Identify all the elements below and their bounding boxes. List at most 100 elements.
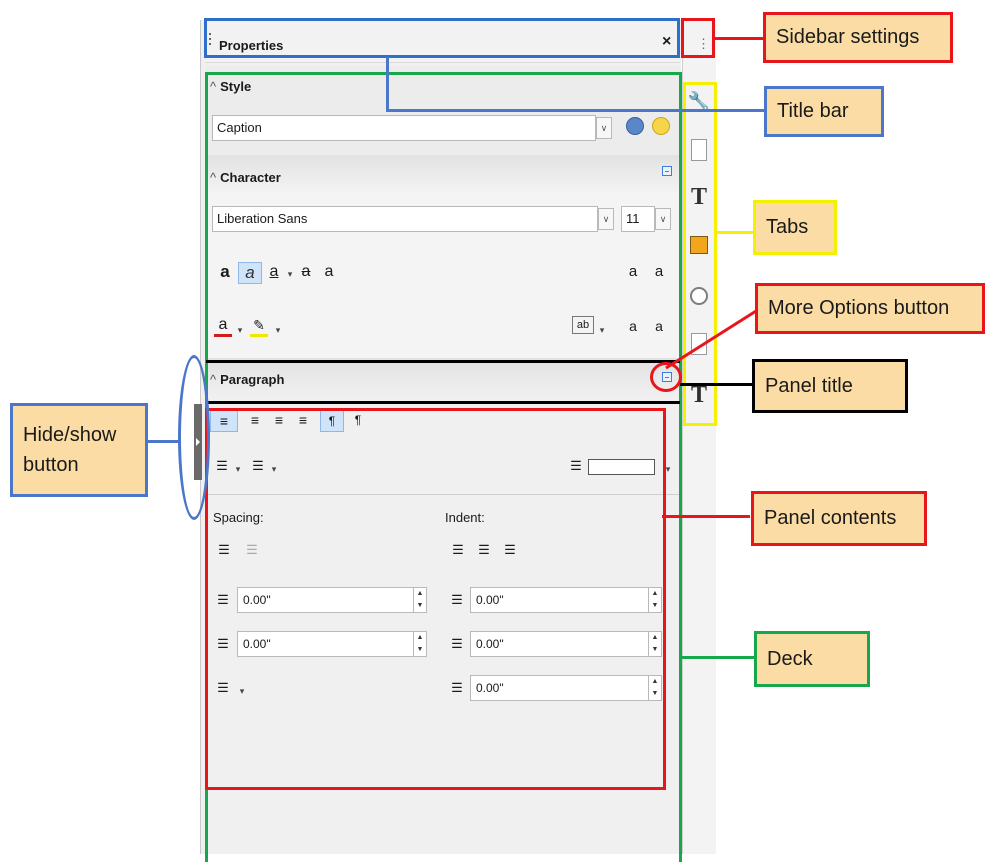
update-style-icon[interactable] (626, 117, 644, 135)
strikethrough-icon[interactable]: a (296, 262, 316, 284)
superscript-icon[interactable]: a (624, 316, 642, 338)
highlight-icon[interactable]: ✎ (250, 316, 268, 337)
above-spacing-field[interactable]: 0.00" ▲ ▼ (237, 587, 427, 613)
stepper-icon[interactable]: ▲ ▼ (648, 676, 661, 700)
gallery-tab-gallery-icon[interactable] (687, 232, 711, 258)
justify-icon[interactable]: ≡ (292, 410, 314, 432)
increase-indent-icon[interactable]: ☰ (448, 540, 468, 562)
callout-deck: Deck (754, 631, 870, 687)
hide-show-button[interactable] (194, 404, 202, 480)
increase-spacing-icon[interactable]: ☰ (214, 540, 234, 562)
underline-icon[interactable]: a (264, 262, 284, 284)
page-tab-page-icon[interactable] (687, 136, 711, 162)
align-left-icon[interactable]: ≡ (210, 410, 238, 432)
before-indent-field[interactable]: 0.00" ▲ ▼ (470, 587, 662, 613)
spacing-label: Spacing: (213, 510, 264, 525)
collapse-icon: ^ (210, 372, 217, 387)
chevron-down-icon[interactable]: ▾ (238, 681, 246, 703)
style-panel-label: Style (220, 79, 252, 94)
connector-line (717, 231, 753, 234)
background-color-icon[interactable]: ☰ (566, 456, 586, 478)
connector-line (386, 57, 389, 112)
style-panel-title[interactable]: ^ Style (210, 79, 251, 105)
indent-label: Indent: (445, 510, 485, 525)
chevron-down-icon[interactable]: ▾ (234, 459, 242, 481)
first-line-indent-field[interactable]: 0.00" ▲ ▼ (470, 675, 662, 701)
gallery-icon (690, 236, 708, 254)
decrease-spacing-icon[interactable]: ☰ (242, 540, 262, 562)
font-color-icon[interactable]: a (214, 316, 232, 337)
connector-line (715, 37, 763, 40)
chevron-down-icon[interactable]: ▾ (270, 459, 278, 481)
callout-title-bar: Title bar (764, 86, 884, 137)
left-to-right-icon[interactable]: ¶ (320, 410, 344, 432)
chevron-down-icon[interactable]: ▾ (274, 320, 282, 342)
font-size-input[interactable]: 11 (621, 206, 655, 232)
chevron-down-icon[interactable]: ▾ (664, 459, 672, 481)
stepper-icon[interactable]: ▲ ▼ (413, 632, 426, 656)
divider (207, 494, 680, 495)
callout-panel-contents: Panel contents (751, 491, 927, 546)
stepper-icon[interactable]: ▲ ▼ (648, 632, 661, 656)
connector-line (148, 440, 180, 443)
shadow-icon[interactable]: a (320, 262, 338, 284)
connector-line (682, 656, 754, 659)
hanging-indent-icon[interactable]: ☰ (500, 540, 520, 562)
stepper-icon[interactable]: ▲ ▼ (648, 588, 661, 612)
style-select[interactable]: Caption (212, 115, 596, 141)
chevron-down-icon[interactable]: ∨ (655, 208, 671, 230)
paragraph-panel-label: Paragraph (220, 372, 285, 387)
chevron-down-icon[interactable]: ∨ (598, 208, 614, 230)
grip-icon[interactable] (209, 33, 211, 51)
decrease-indent-icon[interactable]: ☰ (474, 540, 494, 562)
callout-panel-title: Panel title (752, 359, 908, 413)
italic-icon[interactable]: a (238, 262, 262, 284)
above-spacing-icon: ☰ (217, 592, 229, 607)
align-center-icon[interactable]: ≡ (244, 410, 266, 432)
before-indent-value: 0.00" (476, 593, 504, 607)
after-indent-value: 0.00" (476, 637, 504, 651)
close-sidebar-button[interactable]: × (662, 33, 671, 51)
first-line-indent-value: 0.00" (476, 681, 504, 695)
bullets-icon[interactable]: ☰ (212, 456, 232, 478)
after-indent-field[interactable]: 0.00" ▲ ▼ (470, 631, 662, 657)
font-name-input[interactable]: Liberation Sans (212, 206, 598, 232)
line-spacing-icon[interactable]: ☰ (214, 678, 232, 700)
below-spacing-field[interactable]: 0.00" ▲ ▼ (237, 631, 427, 657)
character-more-options-button[interactable] (662, 166, 672, 176)
background-color-swatch[interactable] (588, 459, 655, 475)
callout-sidebar-settings: Sidebar settings (763, 12, 953, 63)
chevron-down-icon[interactable]: ▾ (286, 264, 294, 286)
chevron-down-icon[interactable]: ▾ (236, 320, 244, 342)
connector-line (662, 515, 750, 518)
stepper-icon[interactable]: ▲ ▼ (413, 588, 426, 612)
callout-more-options: More Options button (755, 283, 985, 334)
paragraph-panel-title[interactable]: ^ Paragraph (210, 372, 284, 398)
new-style-icon[interactable] (652, 117, 670, 135)
numbering-icon[interactable]: ☰ (248, 456, 268, 478)
sidebar-title: Properties (219, 38, 284, 53)
above-spacing-value: 0.00" (243, 593, 271, 607)
callout-hide-show: Hide/show button (10, 403, 148, 497)
character-panel-title[interactable]: ^ Character (210, 170, 281, 196)
connector-line (386, 109, 764, 112)
connector-line (680, 383, 752, 386)
chevron-down-icon[interactable]: ∨ (596, 117, 612, 139)
first-line-indent-icon: ☰ (451, 680, 463, 695)
increase-font-icon[interactable]: a (624, 262, 642, 284)
styles-tab-styles-icon[interactable]: T (687, 184, 711, 210)
right-to-left-icon[interactable]: ¶ (348, 410, 368, 432)
align-right-icon[interactable]: ≡ (268, 410, 290, 432)
after-indent-icon: ☰ (451, 636, 463, 651)
decrease-font-icon[interactable]: a (650, 262, 668, 284)
before-indent-icon: ☰ (451, 592, 463, 607)
page-icon (691, 139, 707, 161)
collapse-icon: ^ (210, 170, 217, 185)
chevron-down-icon[interactable]: ▾ (598, 320, 606, 342)
callout-tabs: Tabs (753, 200, 837, 255)
sidebar-settings-button[interactable]: ⋮ (697, 36, 710, 52)
collapse-icon: ^ (210, 79, 217, 94)
below-spacing-value: 0.00" (243, 637, 271, 651)
bold-icon[interactable]: a (214, 262, 236, 284)
character-spacing-icon[interactable]: ab (572, 316, 594, 334)
